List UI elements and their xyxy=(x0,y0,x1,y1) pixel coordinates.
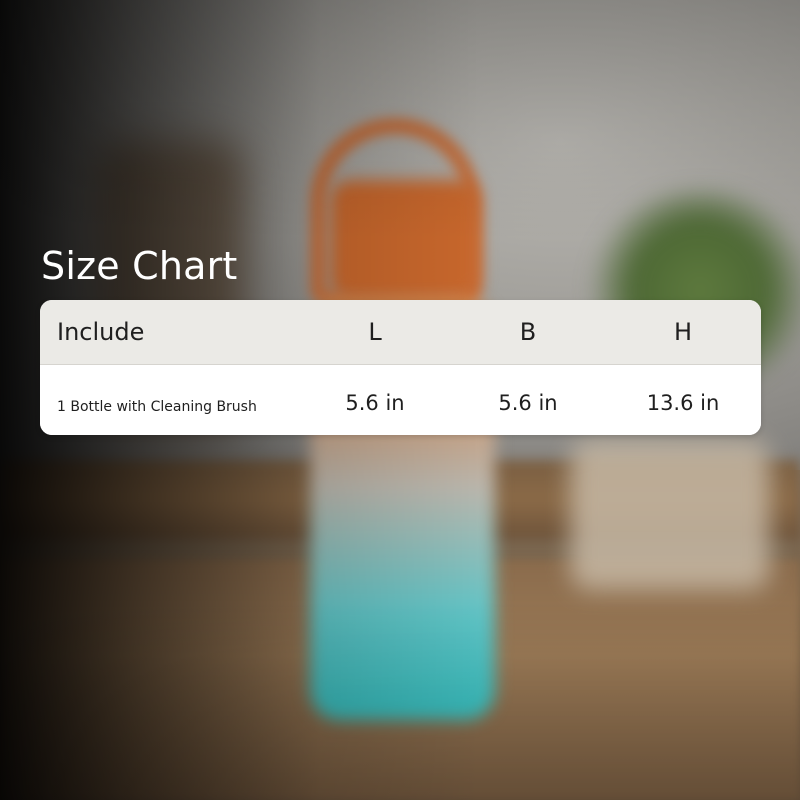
header-height: H xyxy=(673,318,693,346)
table-row: 1 Bottle with Cleaning Brush 5.6 in 5.6 … xyxy=(40,365,761,435)
header-breadth: B xyxy=(519,318,537,346)
cell-length: 5.6 in xyxy=(345,391,405,415)
size-table: Include L B H 1 Bottle with Cleaning Bru… xyxy=(40,300,761,435)
table-header-row: Include L B H xyxy=(40,300,761,365)
header-length: L xyxy=(368,318,382,346)
cell-height: 13.6 in xyxy=(646,391,720,415)
cell-include: 1 Bottle with Cleaning Brush xyxy=(57,399,257,415)
header-include: Include xyxy=(57,318,145,346)
size-chart-title: Size Chart xyxy=(41,244,238,288)
cell-breadth: 5.6 in xyxy=(498,391,558,415)
